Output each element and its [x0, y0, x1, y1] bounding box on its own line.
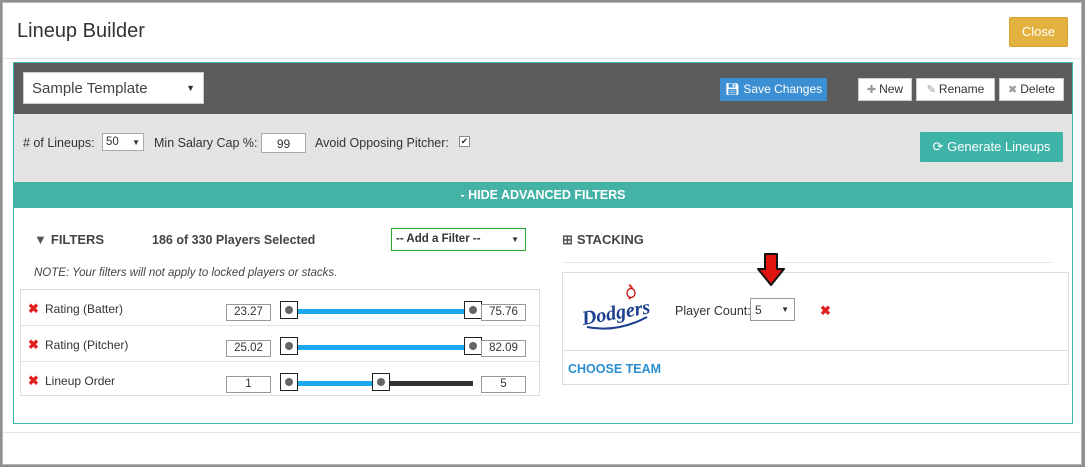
stacking-title: STACKING: [576, 232, 644, 247]
delete-button[interactable]: ✖ Delete: [999, 78, 1064, 101]
edit-icon: ✎: [926, 84, 936, 96]
template-toolbar: Sample Template ▼ 💾︎ Save Changes ✚ New ✎…: [14, 63, 1072, 114]
range-max-handle[interactable]: [464, 337, 482, 355]
arrow-down-icon: [757, 253, 785, 286]
add-filter-label: -- Add a Filter --: [396, 233, 481, 245]
range-slider[interactable]: [280, 373, 473, 391]
divider: [562, 262, 1053, 263]
player-count-value: 5: [755, 303, 762, 317]
remove-filter-icon[interactable]: ✖: [28, 337, 39, 353]
dodgers-logo-text: Dodgers: [579, 296, 652, 330]
filter-row: ✖ Rating (Batter) 23.27 75.76: [21, 290, 539, 326]
lineup-builder-modal: Lineup Builder Close Sample Template ▼ 💾…: [2, 2, 1082, 465]
caret-down-icon: ▼: [186, 83, 195, 93]
range-slider-fill: [289, 381, 381, 386]
filter-row: ✖ Lineup Order 1 5: [21, 362, 539, 398]
lineups-count-value: 50: [106, 136, 119, 148]
rename-label: Rename: [938, 82, 985, 96]
filter-icon: ▼: [34, 232, 47, 247]
lineups-label: # of Lineups:: [23, 136, 95, 150]
delete-label: Delete: [1020, 82, 1055, 96]
stacking-heading: ⊞ STACKING: [562, 232, 644, 248]
divider: [563, 350, 1068, 351]
remove-stack-icon[interactable]: ✖: [820, 303, 831, 319]
filter-min-input[interactable]: 1: [226, 376, 271, 393]
close-button[interactable]: Close: [1009, 17, 1068, 47]
choose-team-link[interactable]: CHOOSE TEAM: [568, 362, 661, 376]
range-slider-fill: [289, 345, 473, 350]
lineups-count-select[interactable]: 50 ▼: [102, 133, 144, 151]
save-icon: 💾︎: [724, 82, 741, 96]
player-count-select[interactable]: 5 ▼: [750, 298, 795, 321]
options-bar: # of Lineups: 50 ▼ Min Salary Cap %: 99 …: [14, 114, 1072, 182]
stack-card: Dodgers Player Count: 5 ▼ ✖ CHOOSE TEAM: [562, 253, 1069, 385]
generate-lineups-label: Generate Lineups: [947, 139, 1051, 154]
filters-title: FILTERS: [50, 232, 105, 247]
modal-header: Lineup Builder Close: [3, 3, 1081, 59]
salary-cap-input[interactable]: 99: [261, 133, 306, 153]
remove-filter-icon[interactable]: ✖: [28, 373, 39, 389]
players-selected-count: 186 of 330 Players Selected: [152, 233, 316, 247]
range-min-handle[interactable]: [280, 337, 298, 355]
times-icon: ✖: [1008, 84, 1018, 96]
filters-list: ✖ Rating (Batter) 23.27 75.76 ✖ Rating (…: [20, 289, 540, 396]
salary-cap-label: Min Salary Cap %:: [154, 136, 258, 150]
save-changes-label: Save Changes: [743, 82, 823, 96]
builder-panel: Sample Template ▼ 💾︎ Save Changes ✚ New ✎…: [13, 62, 1073, 424]
range-max-handle[interactable]: [464, 301, 482, 319]
sitemap-icon: ⊞: [562, 232, 573, 247]
template-select[interactable]: Sample Template ▼: [23, 72, 204, 104]
plus-icon: ✚: [866, 84, 877, 96]
filters-note: NOTE: Your filters will not apply to loc…: [34, 267, 338, 279]
modal-title: Lineup Builder: [17, 20, 145, 42]
new-label: New: [879, 82, 904, 96]
filter-row: ✖ Rating (Pitcher) 25.02 82.09: [21, 326, 539, 362]
range-slider-fill: [289, 309, 473, 314]
caret-down-icon: ▼: [781, 305, 789, 314]
filter-label: Rating (Batter): [45, 302, 124, 316]
save-changes-button[interactable]: 💾︎ Save Changes: [720, 78, 827, 101]
dodgers-logo: Dodgers: [579, 284, 652, 330]
filter-label: Lineup Order: [45, 374, 116, 388]
range-min-handle[interactable]: [280, 301, 298, 319]
filter-min-input[interactable]: 23.27: [226, 304, 271, 321]
refresh-icon: ⟳: [932, 139, 944, 154]
remove-filter-icon[interactable]: ✖: [28, 301, 39, 317]
caret-down-icon: ▼: [511, 235, 519, 244]
template-select-value: Sample Template: [32, 80, 148, 97]
range-slider[interactable]: [280, 337, 482, 355]
filter-max-input[interactable]: 82.09: [481, 340, 526, 357]
add-filter-select[interactable]: -- Add a Filter -- ▼: [391, 228, 526, 251]
generate-lineups-button[interactable]: ⟳ Generate Lineups: [920, 132, 1063, 162]
range-slider[interactable]: [280, 301, 482, 319]
range-min-handle[interactable]: [280, 373, 298, 391]
modal-footer-divider: [3, 432, 1081, 433]
filter-label: Rating (Pitcher): [45, 338, 129, 352]
avoid-pitcher-checkbox[interactable]: ✔: [459, 136, 470, 147]
filters-heading: ▼ FILTERS: [34, 232, 104, 247]
avoid-pitcher-label: Avoid Opposing Pitcher:: [315, 136, 449, 150]
filter-max-input[interactable]: 75.76: [481, 304, 526, 321]
range-max-handle[interactable]: [372, 373, 390, 391]
filter-min-input[interactable]: 25.02: [226, 340, 271, 357]
hide-advanced-filters-toggle[interactable]: - HIDE ADVANCED FILTERS: [14, 182, 1072, 208]
rename-button[interactable]: ✎ Rename: [916, 78, 995, 101]
new-button[interactable]: ✚ New: [858, 78, 912, 101]
player-count-label: Player Count:: [675, 304, 751, 318]
caret-down-icon: ▼: [132, 138, 140, 147]
filter-max-input[interactable]: 5: [481, 376, 526, 393]
